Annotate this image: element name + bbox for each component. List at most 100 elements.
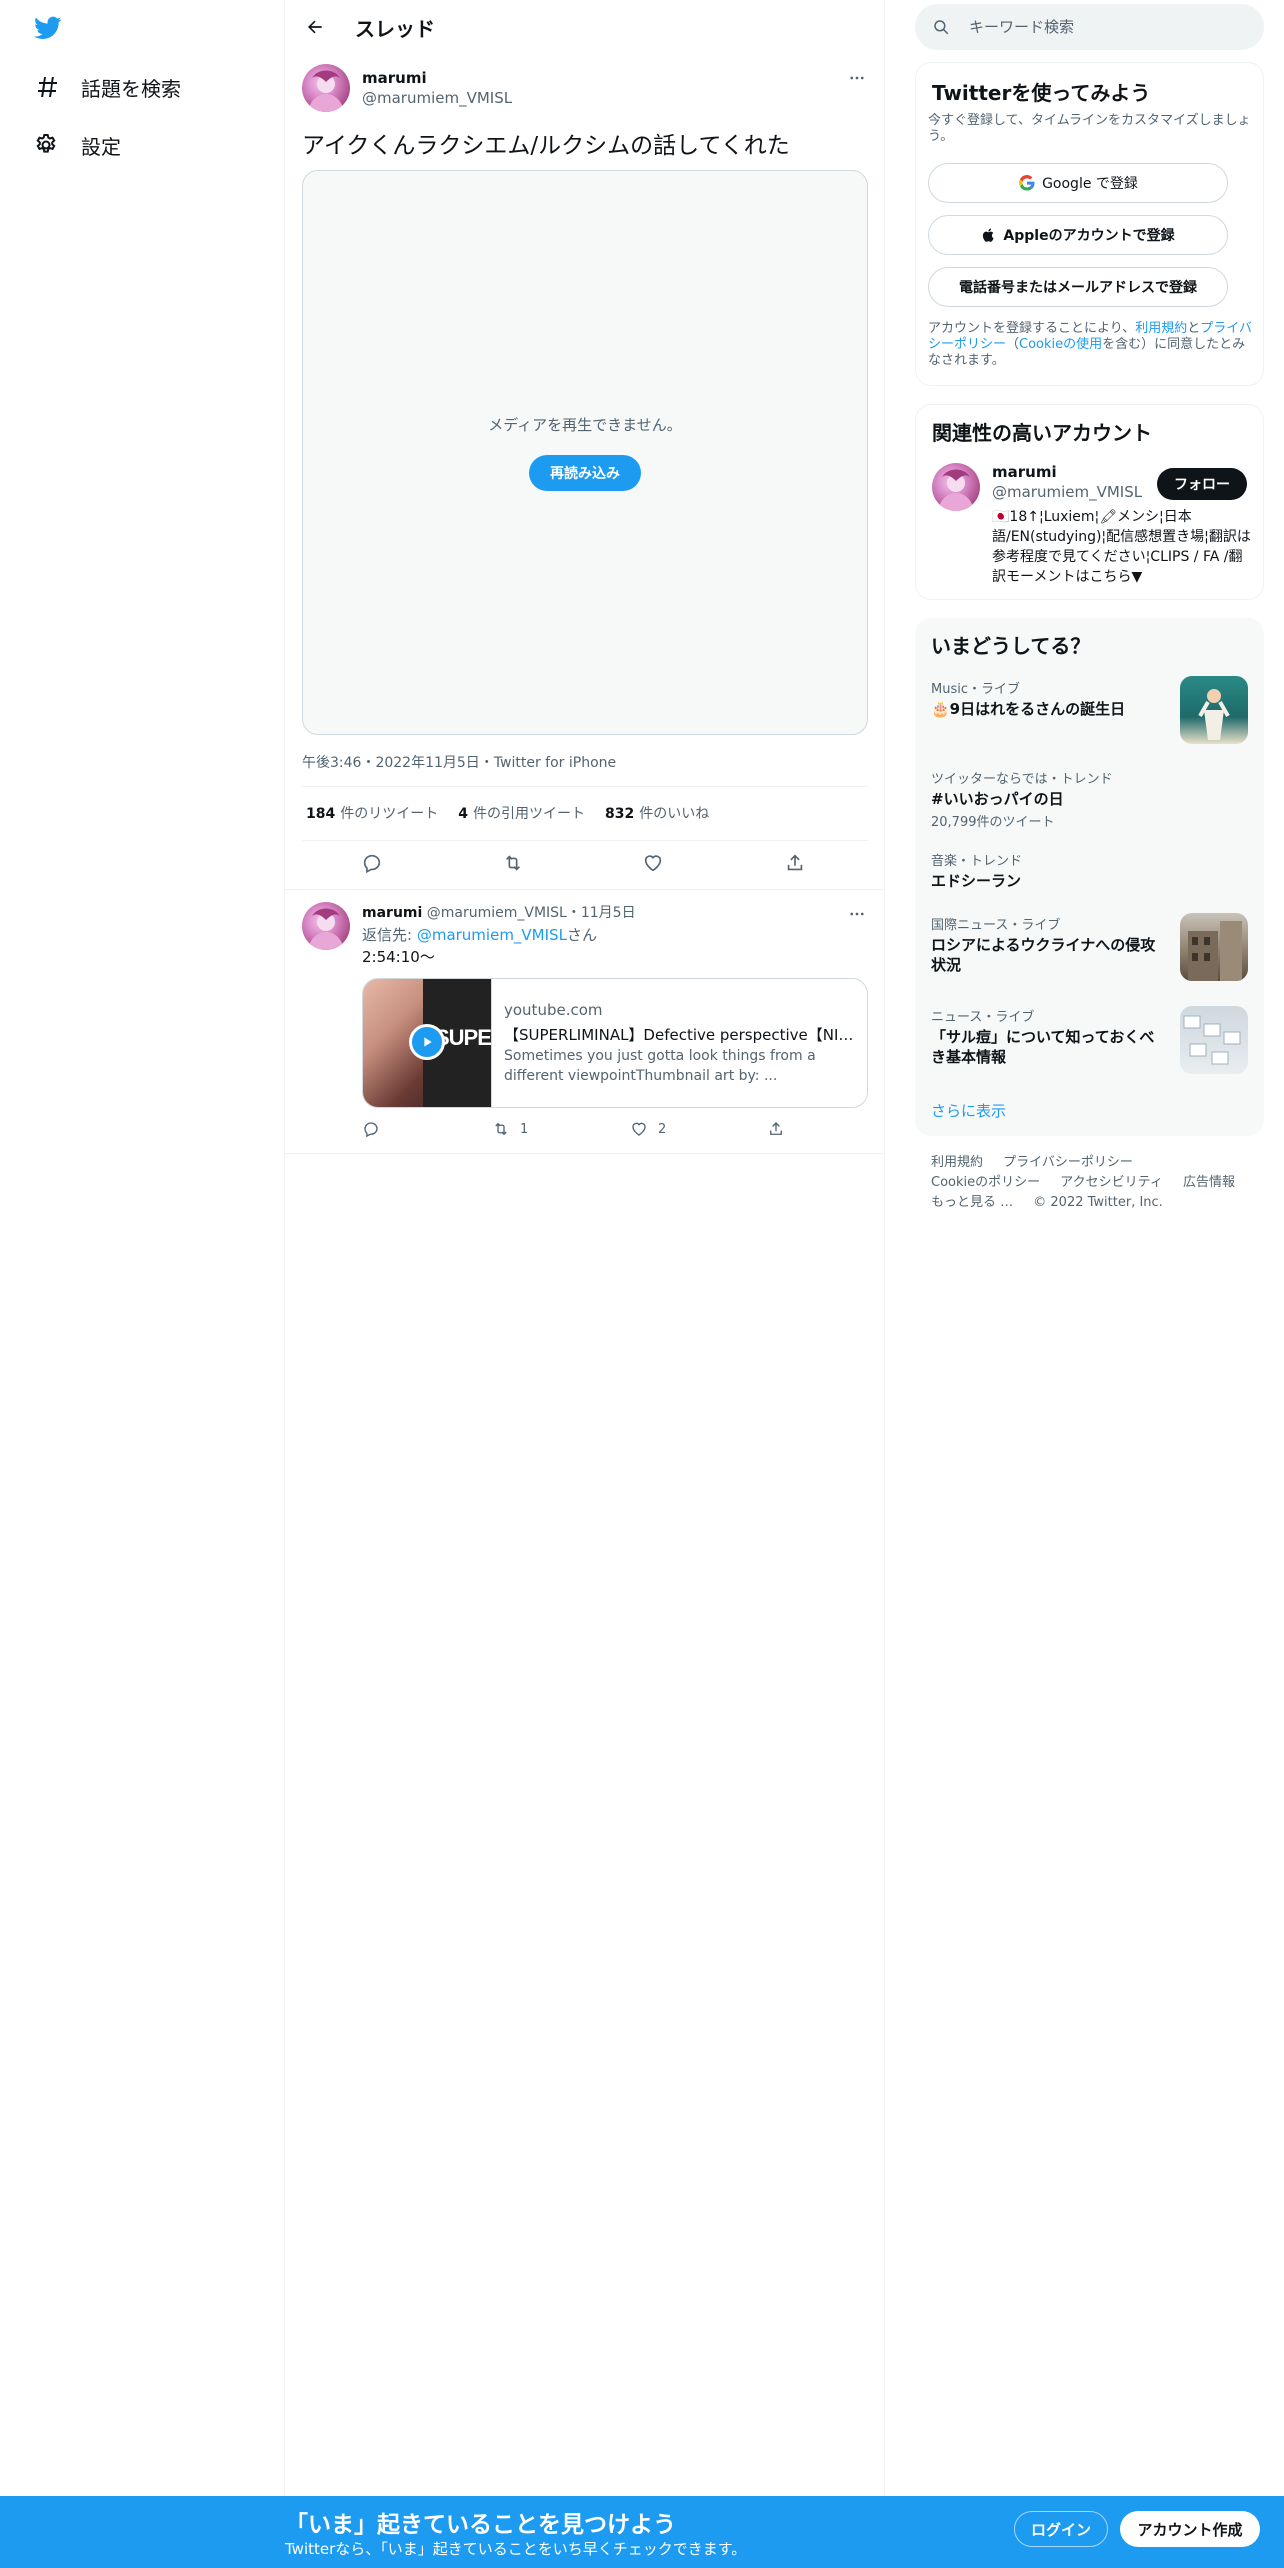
left-nav: 話題を検索 設定 [0, 0, 285, 2568]
bottom-subtext: Twitterなら、「いま」起きていることをいち早くチェックできます。 [285, 2540, 747, 2558]
trend-meta: 音楽・トレンド [931, 854, 1023, 869]
create-account-button[interactable]: アカウント作成 [1120, 2511, 1260, 2547]
twitter-bird-icon[interactable] [32, 14, 64, 42]
link-card[interactable]: SUPERLI youtube.com 【SUPERLIMINAL】Defect… [362, 978, 868, 1108]
like-action[interactable]: 2 [630, 1119, 666, 1139]
search-input[interactable] [969, 18, 1249, 36]
author-handle[interactable]: @marumiem_VMISL [362, 89, 512, 107]
share-icon[interactable] [780, 848, 810, 878]
google-signup-label: Google で登録 [1042, 176, 1138, 192]
reply-to-prefix: 返信先: [362, 926, 417, 944]
footer-link[interactable]: Cookieのポリシー [931, 1175, 1040, 1190]
tweet-text: アイクくんラクシエム/ルクシムの話してくれた [302, 133, 790, 159]
share-action[interactable] [767, 1119, 785, 1139]
google-signup-button[interactable]: Google で登録 [928, 163, 1228, 203]
share-icon [770, 1122, 782, 1135]
trend-count: 20,799件のツイート [931, 815, 1055, 830]
trend-meta: ツイッターならでは・トレンド [931, 772, 1113, 787]
divider [302, 786, 868, 787]
like-count-stat[interactable]: 832 件のいいね [605, 803, 709, 823]
quote-count-stat[interactable]: 4 件の引用ツイート [458, 803, 585, 823]
play-icon[interactable] [409, 1024, 445, 1060]
thread-header: スレッド [285, 0, 885, 54]
avatar[interactable] [932, 463, 980, 511]
trend-item[interactable]: ツイッターならでは・トレンド #いいおっパイの日 20,799件のツイート [931, 768, 1248, 830]
terms-link[interactable]: 利用規約 [1135, 321, 1187, 336]
reload-button[interactable]: 再読み込み [529, 455, 641, 491]
reply-tweet[interactable]: marumi @marumiem_VMISL・11月5日 返信先: @marum… [285, 890, 885, 1154]
apple-signup-button[interactable]: Appleのアカウントで登録 [928, 215, 1228, 255]
relevant-handle[interactable]: @marumiem_VMISL [992, 483, 1142, 501]
more-options-icon[interactable] [845, 902, 869, 926]
retweet-action[interactable]: 1 [492, 1119, 528, 1139]
footer-link[interactable]: 利用規約 [931, 1155, 983, 1170]
google-icon [1018, 174, 1036, 192]
nav-settings-label: 設定 [81, 134, 121, 159]
gear-icon [33, 132, 59, 158]
relevant-accounts-panel: 関連性の高いアカウント marumi @marumiem_VMISL フォロー … [915, 404, 1264, 600]
retweet-count-label: 件のリツイート [340, 806, 439, 822]
like-icon[interactable] [638, 848, 668, 878]
reply-to-handle-link[interactable]: @marumiem_VMISL [417, 926, 567, 944]
search-bar[interactable] [915, 4, 1264, 50]
card-domain: youtube.com [504, 1001, 603, 1019]
reply-action[interactable] [362, 1119, 380, 1139]
retweet-icon[interactable] [498, 848, 528, 878]
nav-explore-label: 話題を検索 [81, 76, 181, 101]
media-player[interactable]: メディアを再生できません。 再読み込み [302, 170, 868, 735]
reply-author-name[interactable]: marumi [362, 905, 422, 921]
hashtag-icon [33, 74, 59, 100]
phone-email-signup-label: 電話番号またはメールアドレスで登録 [959, 280, 1197, 296]
tweet-timestamp[interactable]: 午後3:46・2022年11月5日・Twitter for iPhone [302, 752, 616, 772]
footer-link[interactable]: もっと見る … [931, 1195, 1013, 1210]
retweet-count: 184 [306, 806, 336, 822]
tweet-stats: 184 件のリツイート 4 件の引用ツイート 832 件のいいね [306, 803, 709, 823]
back-arrow-icon[interactable] [297, 9, 333, 45]
copyright: © 2022 Twitter, Inc. [1033, 1195, 1163, 1210]
nav-settings[interactable]: 設定 [33, 125, 121, 165]
trends-panel: いまどうしてる？ Music・ライブ 🎂9日はれをるさんの誕生日 ツイッターなら… [915, 618, 1264, 1136]
reply-to-suffix: さん [566, 926, 597, 944]
reply-handle-date[interactable]: @marumiem_VMISL・11月5日 [427, 905, 636, 921]
footer-link[interactable]: プライバシーポリシー [1003, 1155, 1133, 1170]
signup-title: Twitterを使ってみよう [932, 81, 1151, 105]
media-error-message: メディアを再生できません。 [488, 416, 682, 434]
avatar[interactable] [302, 902, 350, 950]
retweet-count-stat[interactable]: 184 件のリツイート [306, 803, 438, 823]
bottom-signup-bar: 「いま」起きていることを見つけよう Twitterなら、「いま」起きていることを… [0, 2496, 1284, 2568]
trend-name: エドシーラン [931, 872, 1022, 890]
relevant-bio: 🇯🇵18↑¦Luxiem¦🖍メンシ¦日本語/EN(studying)¦配信感想置… [992, 509, 1251, 585]
apple-signup-label: Appleのアカウントで登録 [1003, 228, 1175, 244]
like-icon [632, 1122, 646, 1136]
trend-name: #いいおっパイの日 [931, 790, 1064, 808]
quote-count: 4 [458, 806, 468, 822]
card-description: Sometimes you just gotta look things fro… [504, 1048, 816, 1084]
bottom-headline: 「いま」起きていることを見つけよう [285, 2512, 676, 2538]
login-button[interactable]: ログイン [1014, 2511, 1108, 2547]
like-count: 832 [604, 806, 635, 822]
footer-link[interactable]: アクセシビリティ [1060, 1175, 1163, 1190]
trend-item[interactable]: 音楽・トレンド エドシーラン [931, 850, 1248, 891]
reply-icon [364, 1122, 378, 1138]
reply-icon[interactable] [357, 848, 387, 878]
phone-email-signup-button[interactable]: 電話番号またはメールアドレスで登録 [928, 267, 1228, 307]
trend-image [1180, 676, 1248, 744]
search-icon [931, 17, 951, 37]
apple-icon [981, 227, 997, 243]
follow-button[interactable]: フォロー [1157, 468, 1247, 500]
tweet-actions [302, 848, 868, 878]
more-options-icon[interactable] [845, 66, 869, 90]
author-name[interactable]: marumi [362, 69, 427, 87]
signup-subtitle: 今すぐ登録して、タイムラインをカスタマイズしましょう。 [928, 113, 1251, 144]
divider [302, 840, 868, 841]
card-title: 【SUPERLIMINAL】Defective perspective【NIJI… [504, 1026, 856, 1044]
relevant-name[interactable]: marumi [992, 463, 1057, 481]
cookie-link[interactable]: Cookieの使用 [1019, 337, 1102, 352]
reply-header: marumi @marumiem_VMISL・11月5日 [362, 902, 636, 922]
reply-retweet-count: 1 [520, 1121, 529, 1137]
legal-prefix: アカウントを登録することにより、 [928, 321, 1136, 336]
show-more-link[interactable]: さらに表示 [931, 1100, 1006, 1121]
footer-link[interactable]: 広告情報 [1183, 1175, 1235, 1190]
avatar[interactable] [302, 64, 350, 112]
nav-explore[interactable]: 話題を検索 [33, 67, 181, 107]
